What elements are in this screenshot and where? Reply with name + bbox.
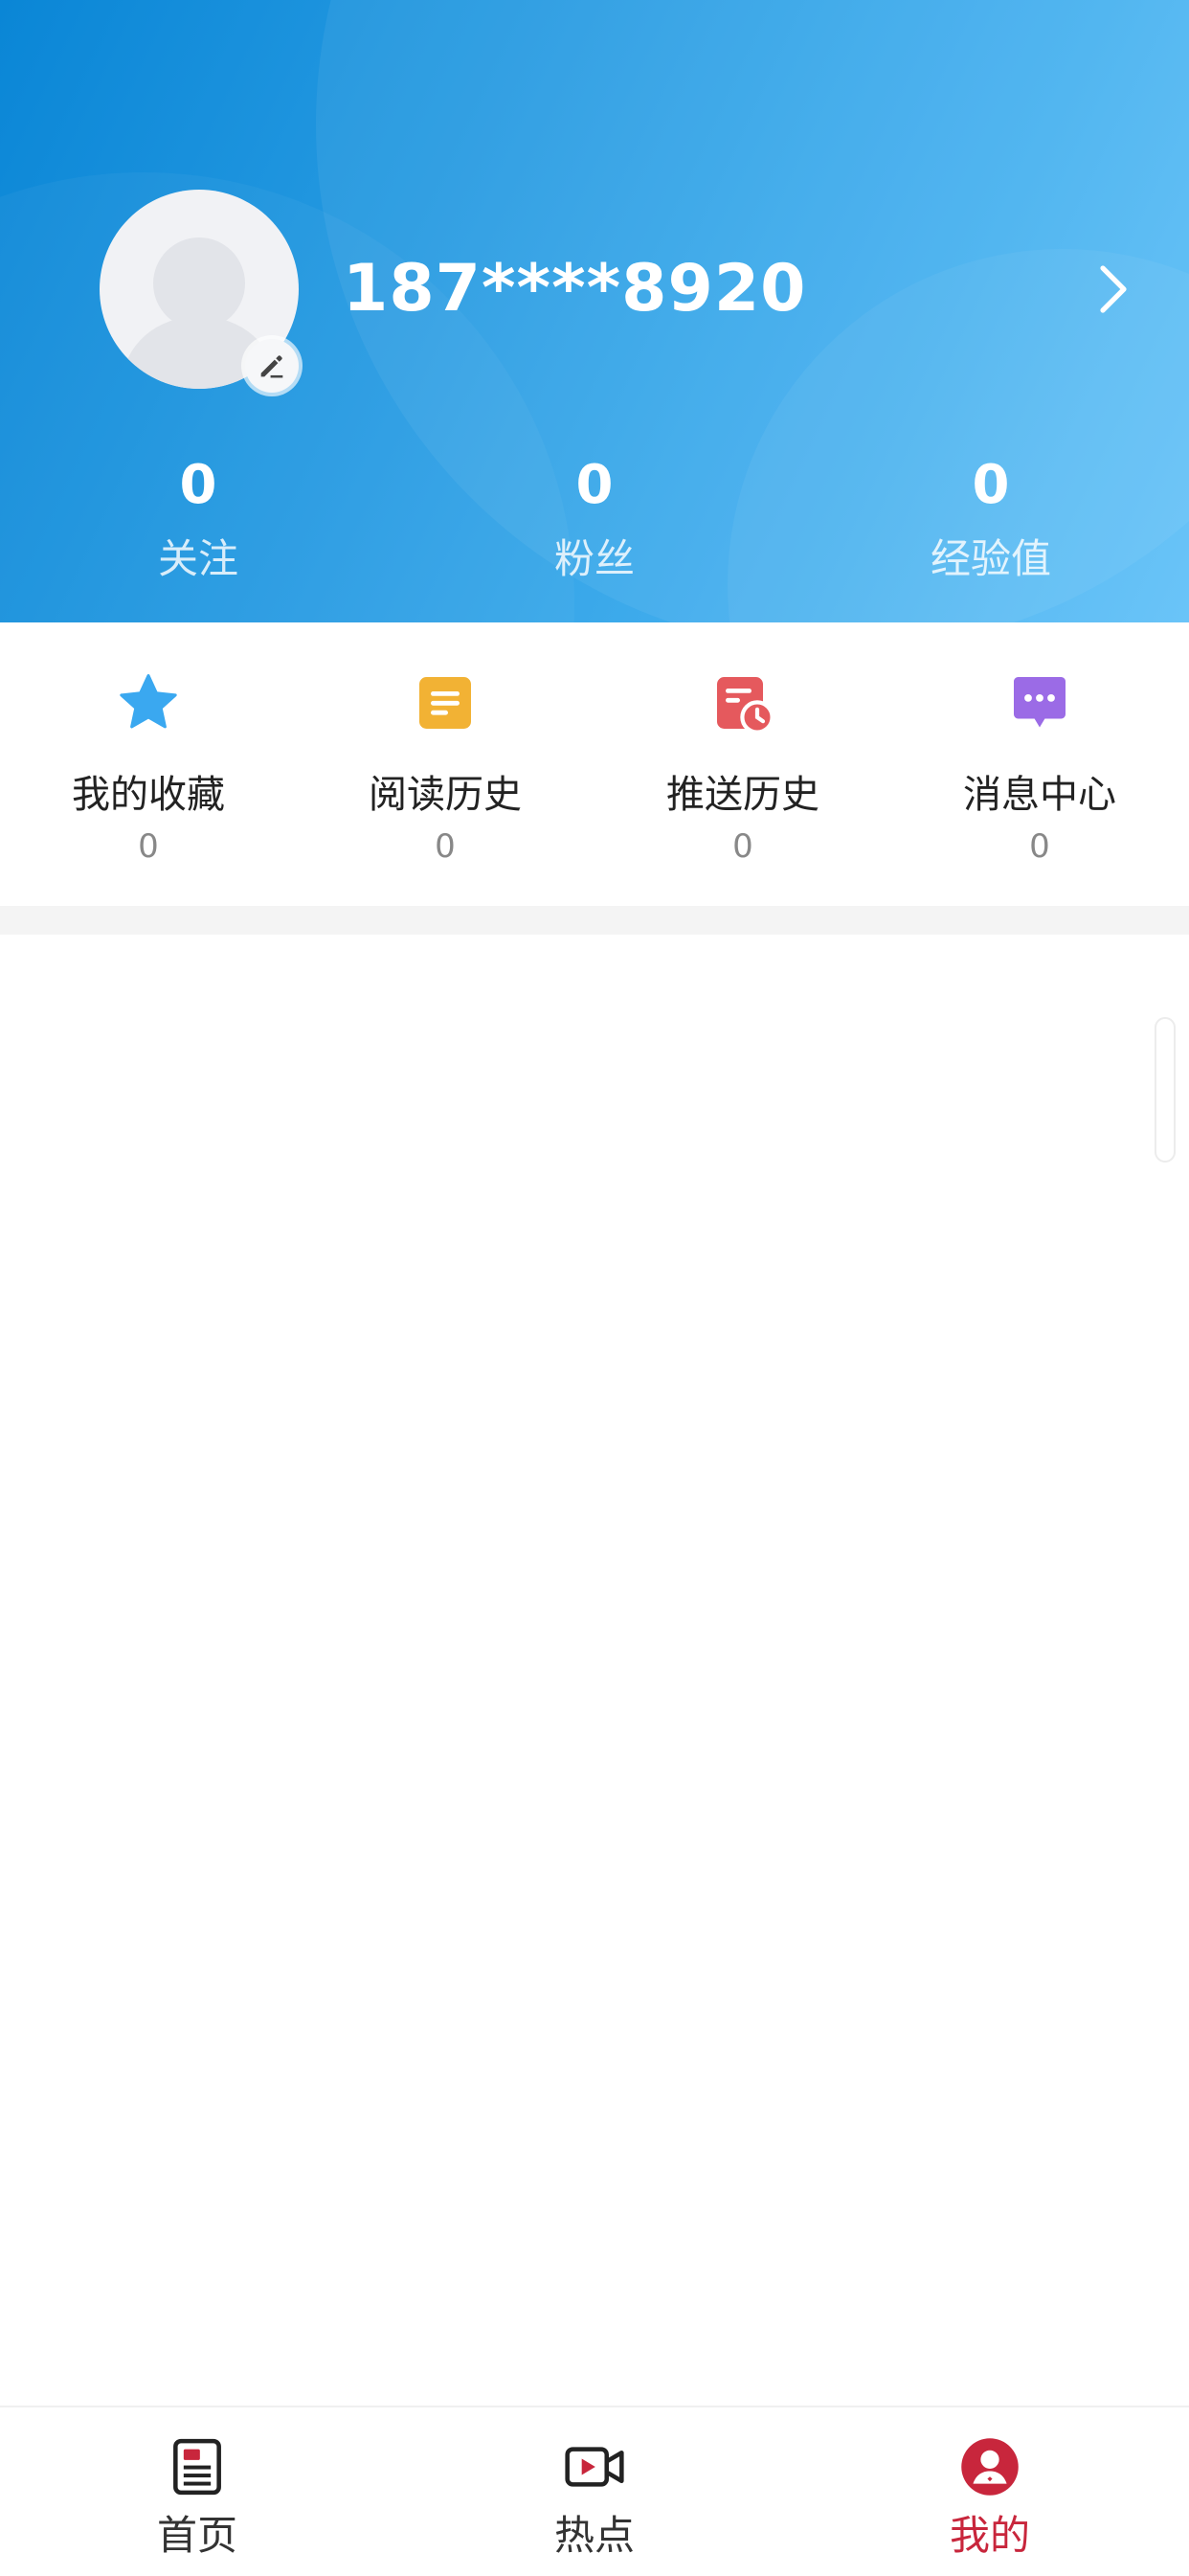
- user-profile-icon: [961, 2438, 1019, 2496]
- feature-count: 0: [138, 827, 159, 866]
- username[interactable]: 187****8920: [343, 245, 806, 333]
- feature-count: 0: [1029, 827, 1050, 866]
- content-area: [0, 935, 1189, 2406]
- stat-value: 0: [575, 454, 614, 516]
- video-camera-icon: [565, 2447, 624, 2487]
- stat-experience[interactable]: 0 经验值: [847, 450, 1134, 588]
- tab-hot[interactable]: 热点: [489, 2434, 700, 2563]
- edit-avatar-button[interactable]: [245, 339, 299, 393]
- chat-bubble-icon: [1014, 677, 1066, 728]
- stat-label: 粉丝: [553, 535, 635, 582]
- bottom-tab-bar: 首页 热点 我的: [0, 2406, 1189, 2576]
- stat-following[interactable]: 0 关注: [55, 450, 342, 588]
- feature-reading-history[interactable]: 阅读历史 0: [321, 668, 570, 870]
- feature-label: 我的收藏: [72, 773, 225, 817]
- profile-header: 187****8920 0 关注 0 粉丝 0 经验值: [0, 0, 1189, 622]
- feature-label: 推送历史: [666, 773, 819, 817]
- stat-label: 关注: [157, 535, 238, 582]
- calendar-clock-icon: [717, 677, 774, 734]
- news-document-icon: [173, 2438, 221, 2496]
- feature-push-history[interactable]: 推送历史 0: [618, 668, 867, 870]
- chevron-right-icon[interactable]: [1095, 262, 1133, 316]
- feature-label: 消息中心: [963, 773, 1116, 817]
- stat-value: 0: [179, 454, 217, 516]
- tab-mine[interactable]: 我的: [885, 2434, 1095, 2563]
- feature-count: 0: [435, 827, 456, 866]
- stat-followers[interactable]: 0 粉丝: [451, 450, 738, 588]
- tab-label: 首页: [156, 2512, 237, 2559]
- tab-label: 热点: [553, 2512, 635, 2559]
- pencil-icon: [260, 355, 283, 378]
- feature-favorites[interactable]: 我的收藏 0: [24, 668, 273, 870]
- scrollbar[interactable]: [1155, 1017, 1176, 1163]
- tab-home[interactable]: 首页: [92, 2434, 303, 2563]
- stat-value: 0: [972, 454, 1010, 516]
- section-divider: [0, 906, 1189, 935]
- document-icon: [419, 677, 471, 729]
- feature-row: 我的收藏 0 阅读历史 0 推送历史 0 消息中心 0: [0, 622, 1189, 906]
- tab-label: 我的: [949, 2512, 1030, 2559]
- stat-label: 经验值: [930, 535, 1051, 582]
- feature-message-center[interactable]: 消息中心 0: [915, 668, 1164, 870]
- feature-count: 0: [732, 827, 753, 866]
- feature-label: 阅读历史: [369, 773, 522, 817]
- star-icon: [120, 674, 177, 729]
